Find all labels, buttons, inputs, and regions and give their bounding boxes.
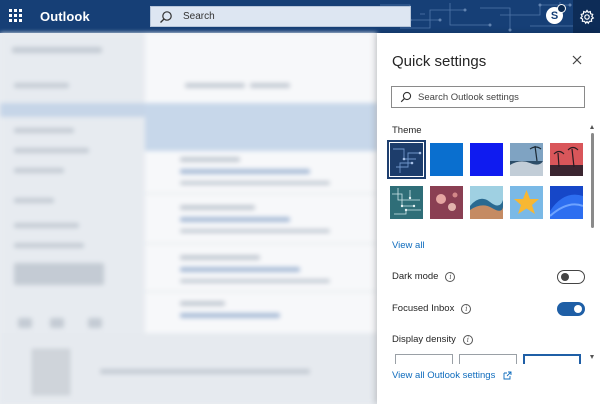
settings-button[interactable] — [573, 0, 600, 33]
notification-badge — [557, 4, 566, 13]
scroll-thumb[interactable] — [591, 133, 594, 228]
scroll-up-arrow-icon[interactable] — [590, 125, 594, 129]
theme-pink-bokeh[interactable] — [430, 186, 463, 219]
view-all-outlook-settings-label: View all Outlook settings — [392, 370, 496, 381]
reading-pane-placeholder — [0, 333, 377, 404]
gear-icon — [579, 8, 594, 24]
dark-mode-row: Dark mode i — [392, 271, 456, 282]
info-icon[interactable]: i — [462, 334, 473, 345]
focused-inbox-label: Focused Inbox — [392, 303, 455, 314]
close-icon[interactable] — [571, 54, 583, 66]
theme-palm-beach[interactable] — [510, 143, 543, 176]
search-icon — [160, 10, 172, 23]
search-placeholder: Search — [183, 11, 215, 22]
dark-mode-toggle[interactable] — [557, 270, 585, 284]
external-link-icon — [503, 371, 512, 380]
info-icon[interactable]: i — [461, 303, 472, 314]
display-density-row: Display density i — [392, 334, 473, 345]
view-all-outlook-settings-link[interactable]: View all Outlook settings — [392, 370, 512, 381]
quick-settings-panel: Quick settings Search Outlook settings T… — [377, 33, 600, 404]
mail-view-background — [0, 33, 377, 404]
density-option-medium[interactable] — [459, 354, 517, 364]
top-bar: Outlook Search S — [0, 0, 600, 33]
dark-mode-label: Dark mode — [392, 271, 439, 282]
info-icon[interactable]: i — [445, 271, 456, 282]
density-option-compact[interactable] — [523, 354, 581, 364]
theme-blue-swirl[interactable] — [550, 186, 583, 219]
theme-blue[interactable] — [430, 143, 463, 176]
settings-search-input[interactable]: Search Outlook settings — [391, 86, 585, 108]
panel-title: Quick settings — [392, 53, 487, 70]
scroll-down-arrow-icon[interactable] — [590, 355, 594, 359]
settings-search-placeholder: Search Outlook settings — [418, 91, 519, 103]
search-icon — [400, 91, 412, 103]
app-launcher-icon[interactable] — [9, 9, 23, 23]
search-input[interactable]: Search — [150, 6, 411, 27]
theme-circuit-dark-blue[interactable] — [387, 140, 426, 179]
view-all-themes-link[interactable]: View all — [392, 240, 425, 251]
theme-wave[interactable] — [470, 186, 503, 219]
display-density-label: Display density — [392, 334, 456, 345]
theme-sunset-palms[interactable] — [550, 143, 583, 176]
theme-label: Theme — [392, 125, 422, 136]
focused-inbox-toggle[interactable] — [557, 302, 585, 316]
app-title[interactable]: Outlook — [40, 9, 90, 24]
focused-inbox-row: Focused Inbox i — [392, 303, 472, 314]
density-option-full[interactable] — [395, 354, 453, 364]
theme-bright-blue[interactable] — [470, 143, 503, 176]
theme-circuit-teal[interactable] — [390, 186, 423, 219]
panel-scrollbar[interactable] — [590, 125, 594, 359]
theme-star[interactable] — [510, 186, 543, 219]
